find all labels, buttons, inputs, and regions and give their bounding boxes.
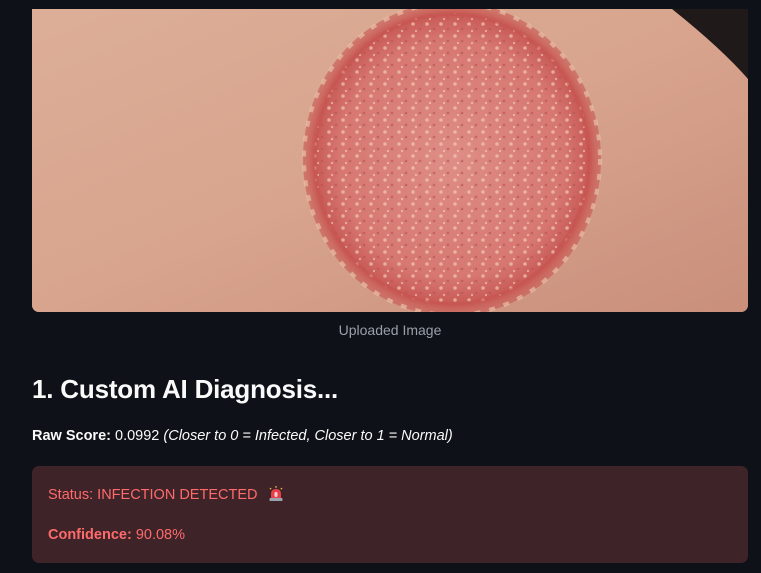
status-text: Status: INFECTION DETECTED — [48, 487, 258, 503]
image-caption: Uploaded Image — [338, 322, 442, 338]
status-line: Status: INFECTION DETECTED — [48, 486, 284, 506]
raw-score-note: (Closer to 0 = Infected, Closer to 1 = N… — [163, 428, 453, 444]
diagnosis-heading: 1. Custom AI Diagnosis... — [32, 374, 339, 404]
raw-score-label: Raw Score: — [32, 428, 111, 444]
confidence-line: Confidence: 90.08% — [48, 527, 185, 543]
raw-score-line: Raw Score: 0.0992 (Closer to 0 = Infecte… — [32, 428, 453, 444]
raw-score-value: 0.0992 — [115, 428, 160, 444]
app-main: Uploaded Image 1. Custom AI Diagnosis...… — [0, 0, 761, 573]
skin-lesion-photo — [32, 9, 748, 312]
siren-icon — [268, 486, 284, 506]
confidence-value: 90.08% — [135, 527, 185, 543]
infection-alert-box: Status: INFECTION DETECTED Confidence: 9… — [32, 466, 748, 563]
confidence-label: Confidence: — [48, 527, 132, 543]
uploaded-skin-image — [32, 9, 748, 312]
